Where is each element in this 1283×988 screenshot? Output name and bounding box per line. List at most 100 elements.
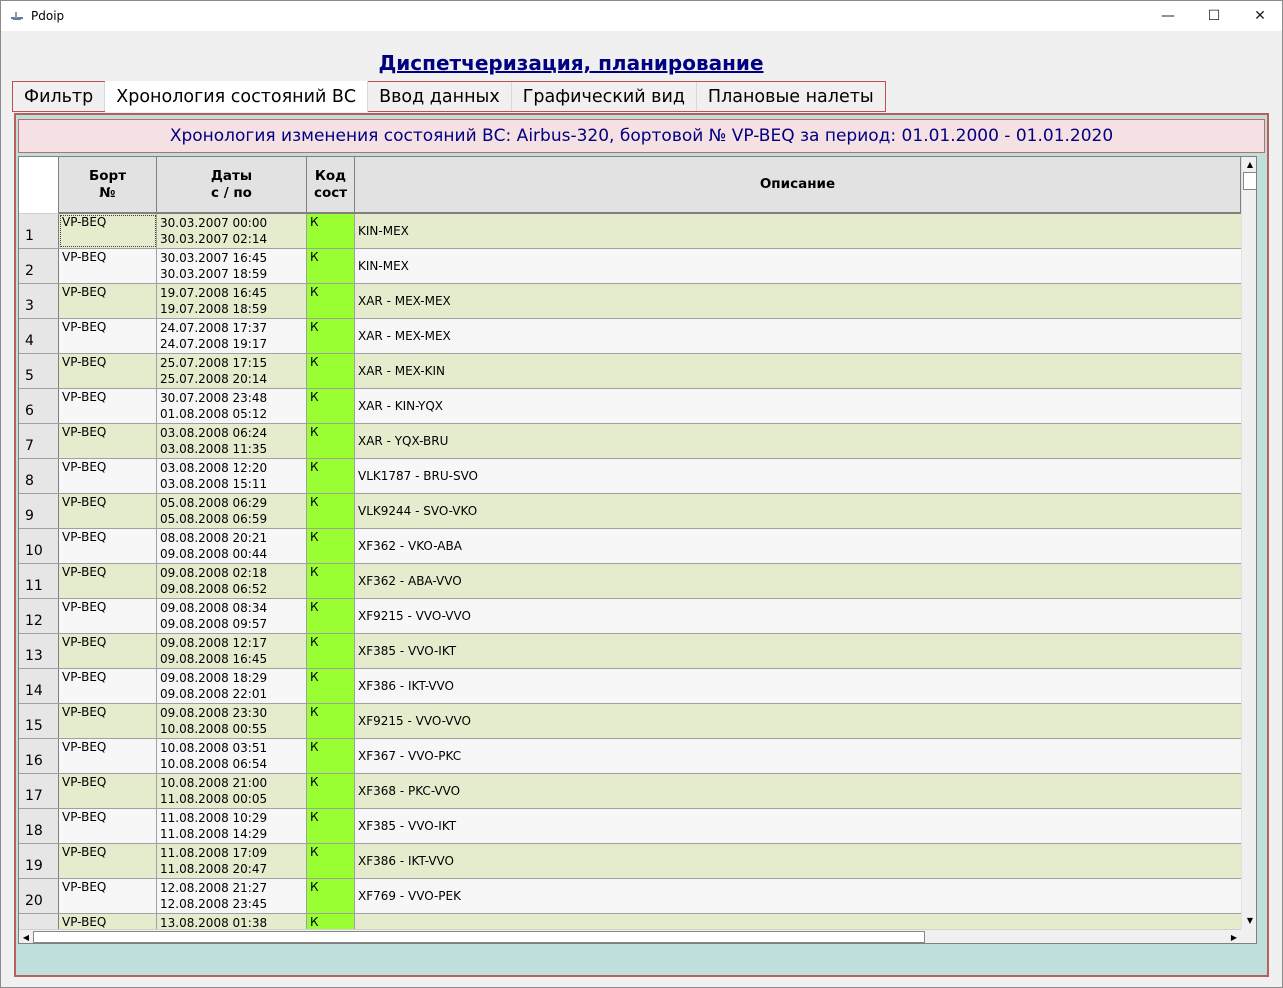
table-row[interactable]: VP-BEQ 13.08.2008 01:38 К [19, 914, 1241, 929]
column-header-dates[interactable]: Даты с / по [157, 157, 307, 214]
status-code-cell[interactable]: К [307, 494, 355, 528]
row-number-cell[interactable]: 20 [19, 879, 59, 913]
status-code-cell[interactable]: К [307, 739, 355, 773]
row-number-cell[interactable]: 3 [19, 284, 59, 318]
description-cell[interactable]: XF367 - VVO-PKC [355, 739, 1241, 773]
scroll-down-arrow-icon[interactable]: ▼ [1242, 913, 1256, 927]
description-cell[interactable]: KIN-MEX [355, 249, 1241, 283]
table-row[interactable]: 16 VP-BEQ 10.08.2008 03:51 10.08.2008 06:54… [19, 739, 1241, 774]
row-number-cell[interactable]: 10 [19, 529, 59, 563]
status-code-cell[interactable]: К [307, 914, 355, 929]
row-number-cell[interactable]: 13 [19, 634, 59, 668]
row-number-cell[interactable]: 6 [19, 389, 59, 423]
description-cell[interactable]: XAR - MEX-MEX [355, 284, 1241, 318]
description-cell[interactable]: XF769 - VVO-PEK [355, 879, 1241, 913]
vertical-scrollbar[interactable]: ▲ ▼ [1241, 157, 1256, 929]
bort-cell[interactable]: VP-BEQ [59, 389, 157, 423]
dates-cell[interactable]: 08.08.2008 20:21 09.08.2008 00:44 [157, 529, 307, 563]
table-row[interactable]: 17 VP-BEQ 10.08.2008 21:00 11.08.2008 00:05… [19, 774, 1241, 809]
table-row[interactable]: 5 VP-BEQ 25.07.2008 17:15 25.07.2008 20:14 К… [19, 354, 1241, 389]
row-number-cell[interactable]: 12 [19, 599, 59, 633]
dates-cell[interactable]: 03.08.2008 06:24 03.08.2008 11:35 [157, 424, 307, 458]
column-header-bort[interactable]: Борт № [59, 157, 157, 214]
bort-cell[interactable]: VP-BEQ [59, 319, 157, 353]
status-code-cell[interactable]: К [307, 774, 355, 808]
dates-cell[interactable]: 09.08.2008 02:18 09.08.2008 06:52 [157, 564, 307, 598]
bort-cell[interactable]: VP-BEQ [59, 739, 157, 773]
title-bar[interactable]: Pdoip — ☐ ✕ [1, 1, 1282, 31]
status-code-cell[interactable]: К [307, 809, 355, 843]
table-row[interactable]: 11 VP-BEQ 09.08.2008 02:18 09.08.2008 06:52… [19, 564, 1241, 599]
status-code-cell[interactable]: К [307, 634, 355, 668]
dates-cell[interactable]: 10.08.2008 03:51 10.08.2008 06:54 [157, 739, 307, 773]
row-number-cell[interactable]: 5 [19, 354, 59, 388]
description-cell[interactable]: KIN-MEX [355, 214, 1241, 248]
dates-cell[interactable]: 10.08.2008 21:00 11.08.2008 00:05 [157, 774, 307, 808]
row-number-cell[interactable]: 19 [19, 844, 59, 878]
scroll-right-arrow-icon[interactable]: ▶ [1227, 930, 1241, 943]
description-cell[interactable]: VLK9244 - SVO-VKO [355, 494, 1241, 528]
table-row[interactable]: 2 VP-BEQ 30.03.2007 16:45 30.03.2007 18:59 К… [19, 249, 1241, 284]
dates-cell[interactable]: 09.08.2008 08:34 09.08.2008 09:57 [157, 599, 307, 633]
bort-cell[interactable]: VP-BEQ [59, 634, 157, 668]
row-number-cell[interactable]: 2 [19, 249, 59, 283]
tab-filter[interactable]: Фильтр [13, 82, 106, 111]
dates-cell[interactable]: 30.03.2007 00:00 30.03.2007 02:14 [157, 214, 307, 248]
dates-cell[interactable]: 24.07.2008 17:37 24.07.2008 19:17 [157, 319, 307, 353]
status-code-cell[interactable]: К [307, 424, 355, 458]
description-cell[interactable]: VLK1787 - BRU-SVO [355, 459, 1241, 493]
description-cell[interactable]: XF362 - VKO-ABA [355, 529, 1241, 563]
bort-cell[interactable]: VP-BEQ [59, 494, 157, 528]
row-number-cell[interactable]: 8 [19, 459, 59, 493]
table-row[interactable]: 10 VP-BEQ 08.08.2008 20:21 09.08.2008 00:44… [19, 529, 1241, 564]
bort-cell[interactable]: VP-BEQ [59, 284, 157, 318]
bort-cell[interactable]: VP-BEQ [59, 844, 157, 878]
bort-cell[interactable]: VP-BEQ [59, 774, 157, 808]
status-code-cell[interactable]: К [307, 249, 355, 283]
status-code-cell[interactable]: К [307, 669, 355, 703]
row-number-cell[interactable]: 1 [19, 214, 59, 248]
description-cell[interactable]: XF9215 - VVO-VVO [355, 599, 1241, 633]
row-number-cell[interactable]: 11 [19, 564, 59, 598]
dates-cell[interactable]: 11.08.2008 10:29 11.08.2008 14:29 [157, 809, 307, 843]
status-code-cell[interactable]: К [307, 284, 355, 318]
table-row[interactable]: 13 VP-BEQ 09.08.2008 12:17 09.08.2008 16:45… [19, 634, 1241, 669]
vertical-scroll-thumb[interactable] [1243, 172, 1256, 190]
status-code-cell[interactable]: К [307, 529, 355, 563]
description-cell[interactable]: XAR - YQX-BRU [355, 424, 1241, 458]
bort-cell[interactable]: VP-BEQ [59, 424, 157, 458]
bort-cell[interactable]: VP-BEQ [59, 564, 157, 598]
bort-cell[interactable]: VP-BEQ [59, 704, 157, 738]
dates-cell[interactable]: 19.07.2008 16:45 19.07.2008 18:59 [157, 284, 307, 318]
bort-cell[interactable]: VP-BEQ [59, 459, 157, 493]
dates-cell[interactable]: 05.08.2008 06:29 05.08.2008 06:59 [157, 494, 307, 528]
table-row[interactable]: 4 VP-BEQ 24.07.2008 17:37 24.07.2008 19:17 К… [19, 319, 1241, 354]
description-cell[interactable]: XF385 - VVO-IKT [355, 634, 1241, 668]
dates-cell[interactable]: 09.08.2008 12:17 09.08.2008 16:45 [157, 634, 307, 668]
table-row[interactable]: 19 VP-BEQ 11.08.2008 17:09 11.08.2008 20:47… [19, 844, 1241, 879]
maximize-button[interactable]: ☐ [1191, 1, 1237, 31]
description-cell[interactable]: XF362 - ABA-VVO [355, 564, 1241, 598]
status-code-cell[interactable]: К [307, 704, 355, 738]
row-number-cell[interactable]: 7 [19, 424, 59, 458]
dates-cell[interactable]: 09.08.2008 18:29 09.08.2008 22:01 [157, 669, 307, 703]
status-code-cell[interactable]: К [307, 599, 355, 633]
tab-graphic-view[interactable]: Графический вид [511, 82, 697, 111]
status-code-cell[interactable]: К [307, 214, 355, 248]
dates-cell[interactable]: 11.08.2008 17:09 11.08.2008 20:47 [157, 844, 307, 878]
row-number-cell[interactable]: 18 [19, 809, 59, 843]
table-row[interactable]: 15 VP-BEQ 09.08.2008 23:30 10.08.2008 00:55… [19, 704, 1241, 739]
table-row[interactable]: 14 VP-BEQ 09.08.2008 18:29 09.08.2008 22:01… [19, 669, 1241, 704]
bort-cell[interactable]: VP-BEQ [59, 599, 157, 633]
table-row[interactable]: 6 VP-BEQ 30.07.2008 23:48 01.08.2008 05:12 К… [19, 389, 1241, 424]
close-button[interactable]: ✕ [1237, 1, 1283, 31]
bort-cell[interactable]: VP-BEQ [59, 354, 157, 388]
description-cell[interactable]: XF386 - IKT-VVO [355, 669, 1241, 703]
scroll-left-arrow-icon[interactable]: ◀ [19, 930, 33, 943]
table-row[interactable]: 20 VP-BEQ 12.08.2008 21:27 12.08.2008 23:45… [19, 879, 1241, 914]
dates-cell[interactable]: 12.08.2008 21:27 12.08.2008 23:45 [157, 879, 307, 913]
bort-cell[interactable]: VP-BEQ [59, 529, 157, 563]
status-code-cell[interactable]: К [307, 564, 355, 598]
bort-cell[interactable]: VP-BEQ [59, 879, 157, 913]
bort-cell[interactable]: VP-BEQ [59, 669, 157, 703]
